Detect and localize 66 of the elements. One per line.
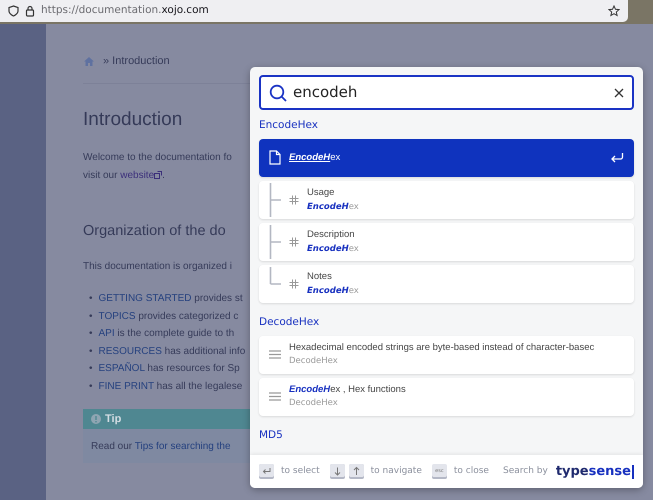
result-path: DecodeHex xyxy=(289,355,339,368)
breadcrumb-text: » Introduction xyxy=(103,54,170,69)
typesense-logo[interactable]: typesense xyxy=(556,464,634,478)
hash-icon xyxy=(289,278,299,289)
hash-icon xyxy=(289,194,299,205)
search-result[interactable]: EncodeHex xyxy=(259,138,634,177)
result-path: EncodeHex xyxy=(307,242,360,256)
list-item-text: FINE PRINT has all the legalese xyxy=(98,380,242,394)
search-result[interactable]: Usage EncodeHex xyxy=(259,180,634,219)
group-title: EncodeHex xyxy=(259,118,319,133)
star-icon[interactable] xyxy=(608,5,620,17)
search-by-label: Search by xyxy=(502,464,548,478)
list-item-text: RESOURCES has additional info xyxy=(98,344,246,359)
list-item-text: ESPAÑOL has resources for Sp xyxy=(98,361,240,376)
result-title: EncodeHex , Hex functions xyxy=(289,383,407,397)
document-icon xyxy=(269,150,281,166)
lines-icon xyxy=(269,350,281,359)
bullet-marker: • xyxy=(89,380,93,394)
list-item-text: TOPICS provides categorized c xyxy=(98,310,238,324)
tree-connector xyxy=(269,182,281,217)
result-path: DecodeHex xyxy=(289,397,339,410)
external-link-icon xyxy=(154,170,162,179)
hint-label: to navigate xyxy=(370,464,422,478)
group-title: DecodeHex xyxy=(259,314,320,330)
search-icon xyxy=(269,84,287,102)
section-heading: Organization of the do xyxy=(83,222,227,240)
search-result[interactable]: Notes EncodeHex xyxy=(259,264,634,303)
url-text[interactable]: https://documentation.xojo.com xyxy=(41,3,209,19)
result-title: Notes xyxy=(307,270,333,284)
page-title: Introduction xyxy=(83,108,184,132)
bullet-marker: • xyxy=(89,344,93,359)
search-result[interactable]: Description EncodeHex xyxy=(259,222,634,261)
up-arrow-key xyxy=(348,464,364,479)
bullet-marker: • xyxy=(89,292,93,306)
hash-icon xyxy=(289,236,299,247)
list-item-text: API is the complete guide to th xyxy=(98,327,234,342)
close-icon[interactable] xyxy=(614,88,624,98)
bullet-marker: • xyxy=(89,327,93,342)
alert-icon xyxy=(91,414,101,424)
list-item-text: GETTING STARTED provides st xyxy=(98,292,243,306)
paragraph-text: This documentation is organized i xyxy=(83,260,233,274)
result-title: Description xyxy=(307,228,356,242)
bullet-marker: • xyxy=(89,310,93,324)
down-arrow-key xyxy=(330,464,345,479)
paragraph-line: visit our website . xyxy=(83,168,166,182)
paragraph-line: Welcome to the documentation fo xyxy=(83,150,233,164)
hint-label: to select xyxy=(281,464,320,478)
group-title: MD5 xyxy=(259,428,284,442)
result-path: EncodeHex xyxy=(307,284,360,298)
enter-key xyxy=(259,464,274,479)
bullet-marker: • xyxy=(89,362,93,376)
hint-label: to close xyxy=(454,464,489,478)
shield-icon xyxy=(8,5,19,17)
enter-icon xyxy=(610,152,624,164)
search-result[interactable]: Hexadecimal encoded strings are byte-based instead of character-basec DecodeHex xyxy=(259,336,634,374)
result-title: Usage xyxy=(307,186,336,200)
result-title: EncodeHex xyxy=(289,150,342,165)
lines-icon xyxy=(269,392,281,401)
lock-icon xyxy=(25,5,35,17)
result-path: EncodeHex xyxy=(307,200,360,214)
tree-connector xyxy=(269,224,281,259)
search-field[interactable]: encodeh xyxy=(259,75,634,110)
result-title: Hexadecimal encoded strings are byte-based instead of character-basec xyxy=(289,341,596,355)
tree-connector xyxy=(269,266,281,285)
search-result[interactable]: EncodeHex , Hex functions DecodeHex xyxy=(259,378,634,416)
tip-title: Tip xyxy=(105,412,122,427)
